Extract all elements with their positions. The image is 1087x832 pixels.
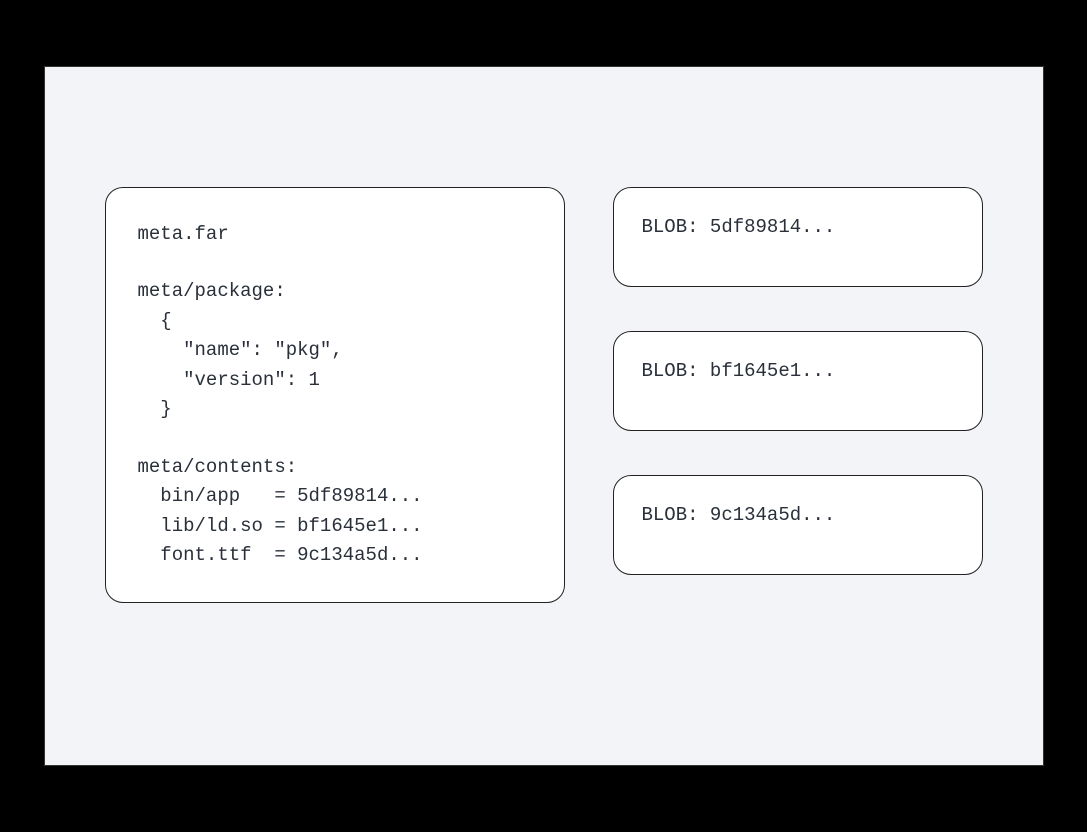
blob-label: BLOB: bf1645e1...	[642, 360, 836, 382]
meta-far-title: meta.far	[138, 220, 532, 249]
blob-box-2: BLOB: 9c134a5d...	[613, 475, 983, 575]
blob-box-1: BLOB: bf1645e1...	[613, 331, 983, 431]
meta-far-box: meta.far meta/package: { "name": "pkg", …	[105, 187, 565, 603]
blob-box-0: BLOB: 5df89814...	[613, 187, 983, 287]
blob-column: BLOB: 5df89814... BLOB: bf1645e1... BLOB…	[613, 187, 983, 575]
meta-contents-section: meta/contents: bin/app = 5df89814... lib…	[138, 453, 532, 571]
meta-contents-header: meta/contents:	[138, 453, 532, 482]
blob-label: BLOB: 9c134a5d...	[642, 504, 836, 526]
meta-package-body: { "name": "pkg", "version": 1 }	[138, 307, 532, 425]
meta-package-header: meta/package:	[138, 277, 532, 306]
blob-label: BLOB: 5df89814...	[642, 216, 836, 238]
meta-contents-body: bin/app = 5df89814... lib/ld.so = bf1645…	[138, 482, 532, 570]
meta-package-section: meta/package: { "name": "pkg", "version"…	[138, 277, 532, 424]
diagram-frame: meta.far meta/package: { "name": "pkg", …	[44, 66, 1044, 766]
meta-far-title-text: meta.far	[138, 220, 532, 249]
